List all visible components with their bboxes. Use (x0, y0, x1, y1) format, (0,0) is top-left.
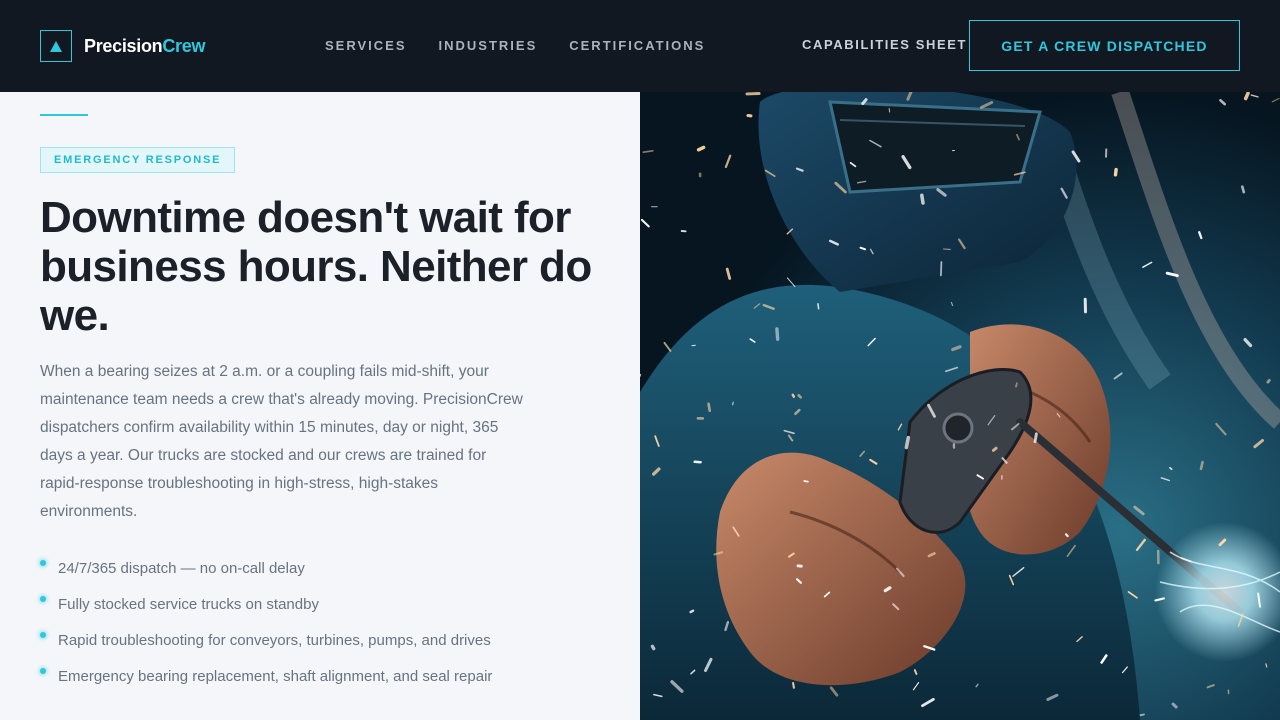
spark (803, 480, 809, 483)
feature-item: Fully stocked service trucks on standby (40, 586, 492, 622)
feature-item: Emergency bearing replacement, shaft ali… (40, 658, 492, 694)
spark (1243, 92, 1250, 101)
brand-name-accent: Crew (162, 35, 206, 56)
capabilities-sheet-link[interactable]: CAPABILITIES SHEET (802, 37, 967, 52)
nav-link-industries[interactable]: INDUSTRIES (439, 38, 538, 53)
spark (1064, 533, 1069, 538)
feature-item: Rapid troubleshooting for conveyors, tur… (40, 622, 492, 658)
spark (792, 682, 795, 689)
bullet-dot-icon (40, 596, 46, 602)
feature-text: Emergency bearing replacement, shaft ali… (58, 667, 493, 685)
spark (1015, 382, 1018, 388)
spark (791, 393, 796, 398)
spark (1139, 713, 1145, 717)
feature-list: 24/7/365 dispatch — no on-call delay Ful… (40, 550, 492, 694)
get-crew-dispatched-button[interactable]: GET A CREW DISPATCHED (969, 20, 1240, 71)
spark (689, 609, 695, 614)
spark (1199, 460, 1204, 471)
bullet-dot-icon (40, 560, 46, 566)
nav-link-services[interactable]: SERVICES (325, 38, 407, 53)
spark (696, 145, 706, 152)
hero-content: EMERGENCY RESPONSE Downtime doesn't wait… (0, 92, 640, 720)
spark (775, 327, 780, 341)
welder-photo (640, 92, 1280, 720)
emergency-response-badge: EMERGENCY RESPONSE (40, 147, 236, 173)
spark (991, 446, 998, 452)
accent-divider (40, 114, 88, 116)
spark (920, 193, 925, 205)
brand-name: PrecisionCrew (84, 36, 205, 57)
spark (817, 303, 820, 310)
hero-headline: Downtime doesn't wait for business hours… (40, 193, 592, 340)
bullet-dot-icon (40, 632, 46, 638)
spark (1033, 432, 1038, 444)
bullet-dot-icon (40, 668, 46, 674)
spark (650, 644, 656, 651)
spark (904, 435, 911, 450)
spark (1113, 167, 1118, 177)
feature-text: Rapid troubleshooting for conveyors, tur… (58, 631, 491, 649)
spark (1171, 702, 1178, 709)
top-navigation: PrecisionCrew SERVICES INDUSTRIES CERTIF… (0, 0, 1280, 92)
spark (732, 401, 734, 406)
spark (939, 261, 943, 277)
spark (691, 344, 696, 347)
triangle-icon (40, 30, 72, 62)
spark (913, 669, 918, 675)
nav-link-certifications[interactable]: CERTIFICATIONS (569, 38, 705, 53)
spark (707, 402, 712, 413)
hero-description: When a bearing seizes at 2 a.m. or a cou… (40, 363, 523, 520)
feature-item: 24/7/365 dispatch — no on-call delay (40, 550, 492, 586)
spark (797, 393, 802, 399)
welder-illustration (640, 92, 1280, 720)
brand-name-main: Precision (84, 35, 163, 56)
main-menu: SERVICES INDUSTRIES CERTIFICATIONS (325, 38, 705, 53)
spark (1240, 185, 1246, 194)
brand-logo[interactable]: PrecisionCrew (40, 30, 205, 62)
feature-text: Fully stocked service trucks on standby (58, 595, 319, 613)
feature-text: 24/7/365 dispatch — no on-call delay (58, 559, 305, 577)
spark (1266, 378, 1271, 384)
